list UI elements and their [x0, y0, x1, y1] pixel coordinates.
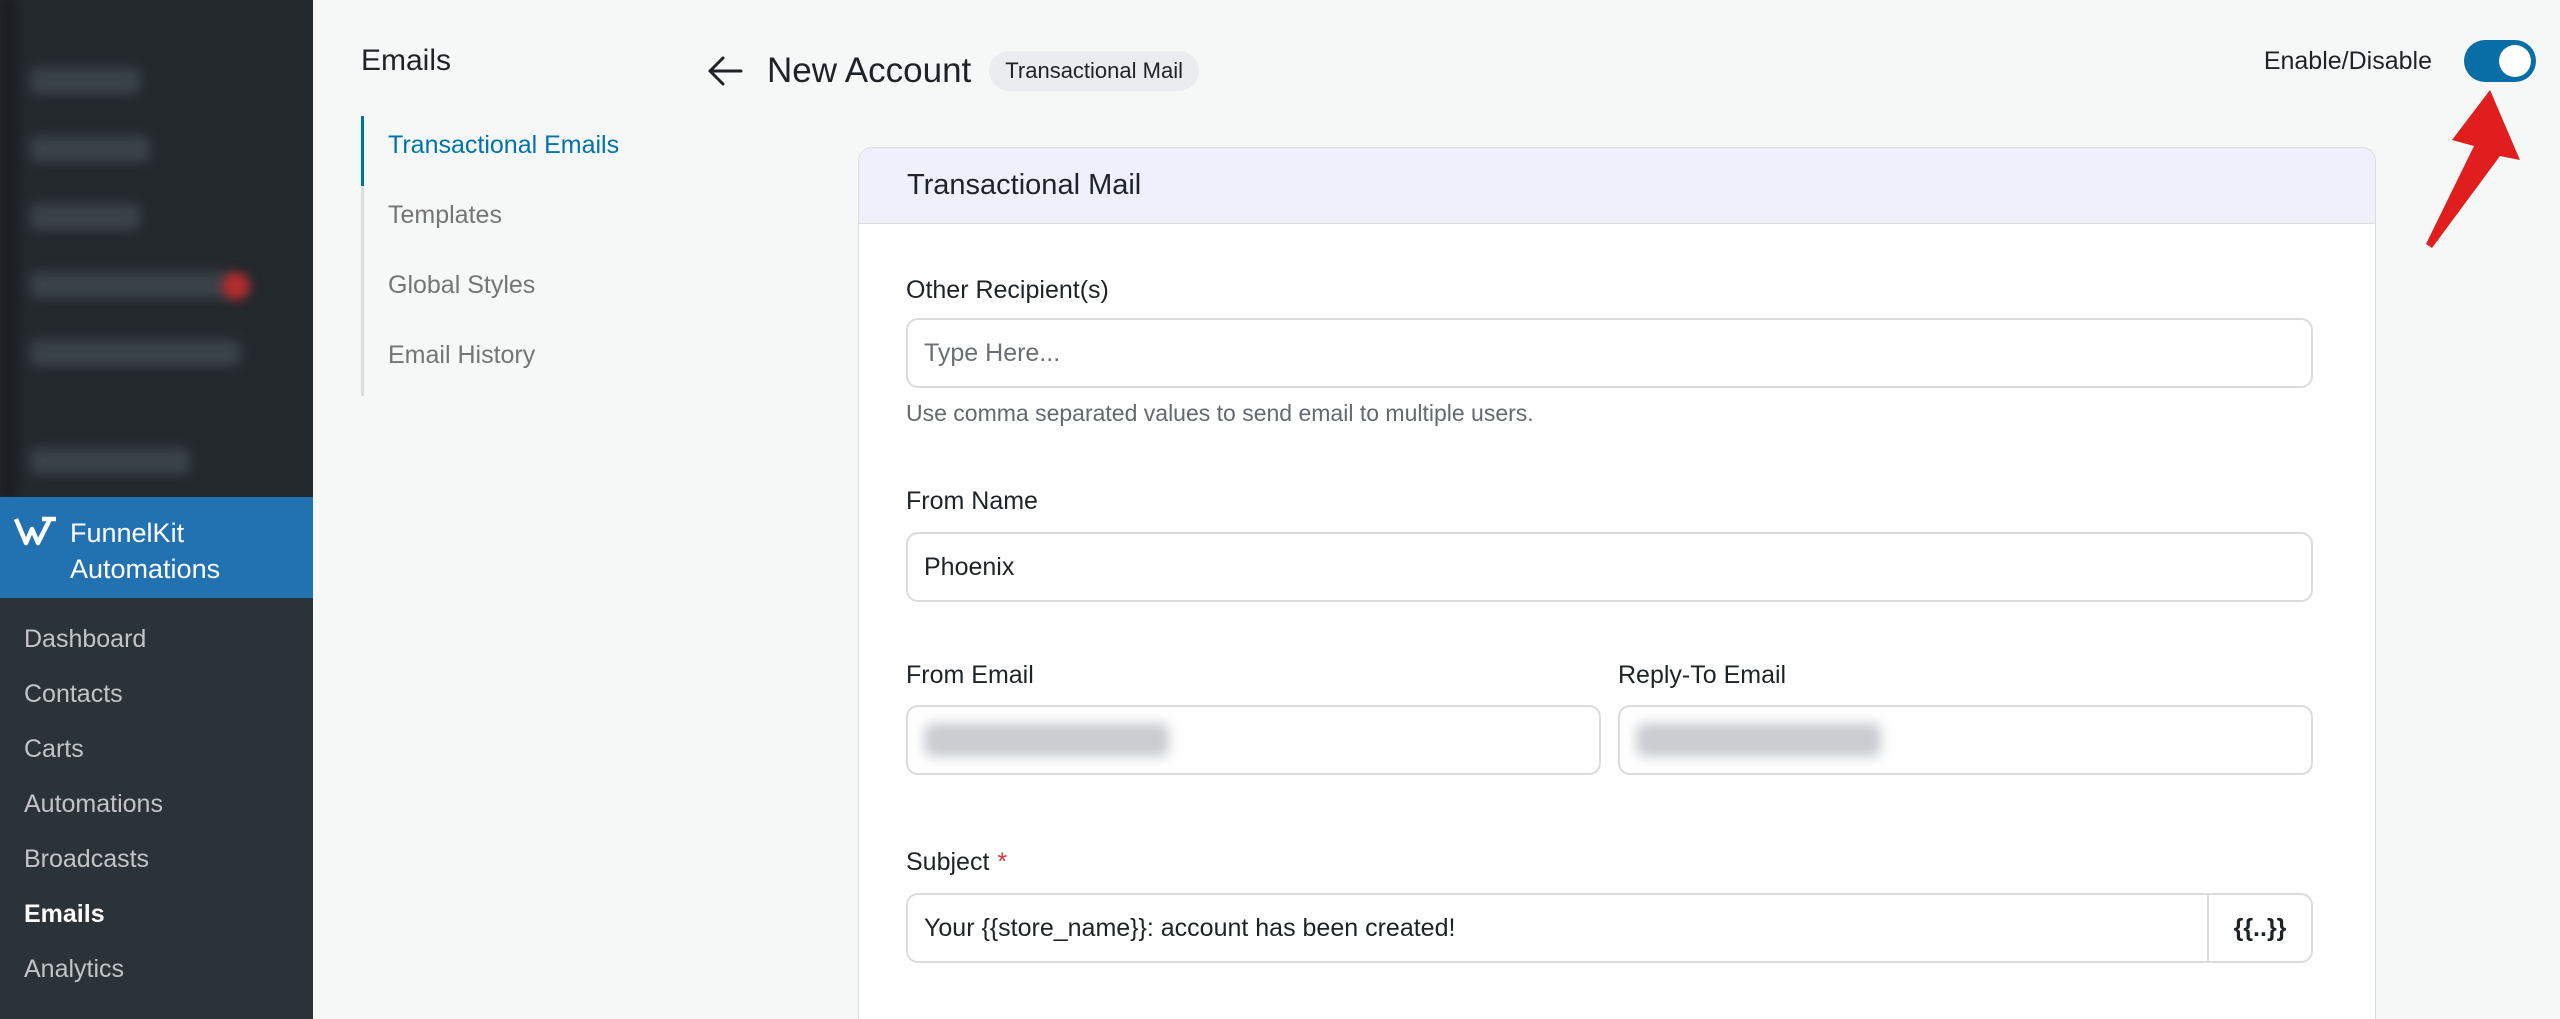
subnav-title: Emails: [361, 44, 452, 77]
required-marker: *: [997, 848, 1008, 876]
subject-label: Subject *: [906, 848, 1008, 876]
funnelkit-logo-icon: [14, 516, 56, 546]
toggle-knob: [2499, 45, 2531, 77]
other-recipients-input[interactable]: Type Here...: [906, 318, 2313, 388]
sidebar-item-broadcasts[interactable]: Broadcasts: [0, 832, 313, 887]
subnav-item-transactional-emails[interactable]: Transactional Emails: [361, 116, 661, 186]
enable-toggle[interactable]: [2464, 40, 2536, 82]
reply-to-email-input[interactable]: [1618, 705, 2313, 775]
sidebar-item-emails[interactable]: Emails: [0, 887, 313, 942]
merge-tags-button[interactable]: {{..}}: [2207, 893, 2313, 963]
subnav-list: Transactional Emails Templates Global St…: [361, 116, 661, 396]
enable-toggle-label: Enable/Disable: [2263, 46, 2432, 75]
transactional-mail-card: Transactional Mail Other Recipient(s) Ty…: [858, 147, 2376, 1019]
card-header: Transactional Mail: [859, 148, 2375, 224]
redacted-value: [924, 723, 1169, 757]
subject-input[interactable]: Your {{store_name}}: account has been cr…: [906, 893, 2209, 963]
other-recipients-label: Other Recipient(s): [906, 276, 1109, 304]
funnelkit-submenu: Dashboard Contacts Carts Automations Bro…: [0, 612, 313, 997]
enable-toggle-group: Enable/Disable: [2264, 40, 2536, 82]
sidebar-item-dashboard[interactable]: Dashboard: [0, 612, 313, 667]
blurred-menu-area: [0, 0, 313, 497]
card-title: Transactional Mail: [907, 169, 1142, 201]
subnav-item-global-styles[interactable]: Global Styles: [364, 256, 661, 326]
funnelkit-menu-item[interactable]: FunnelKit Automations: [0, 497, 313, 598]
from-email-input[interactable]: [906, 705, 1601, 775]
annotation-arrow-icon: [2426, 90, 2520, 248]
sidebar-item-carts[interactable]: Carts: [0, 722, 313, 777]
sidebar-item-automations[interactable]: Automations: [0, 777, 313, 832]
reply-to-email-label: Reply-To Email: [1618, 661, 1787, 689]
subnav-item-email-history[interactable]: Email History: [364, 326, 661, 396]
sidebar-item-analytics[interactable]: Analytics: [0, 942, 313, 997]
funnelkit-label: FunnelKit Automations: [70, 518, 221, 584]
redacted-value: [1636, 723, 1881, 757]
from-name-label: From Name: [906, 487, 1038, 515]
page-header: New Account Transactional Mail: [703, 44, 1199, 98]
other-recipients-help: Use comma separated values to send email…: [906, 400, 1534, 426]
sidebar-item-contacts[interactable]: Contacts: [0, 667, 313, 722]
main-content: Emails Transactional Emails Templates Gl…: [313, 0, 2560, 1019]
from-email-label: From Email: [906, 661, 1034, 689]
admin-sidebar: FunnelKit Automations Dashboard Contacts…: [0, 0, 313, 1019]
subnav-item-templates[interactable]: Templates: [364, 186, 661, 256]
from-name-input[interactable]: Phoenix: [906, 532, 2313, 602]
page-title: New Account: [767, 51, 972, 90]
arrow-left-icon[interactable]: [703, 49, 747, 93]
type-badge: Transactional Mail: [989, 51, 1199, 91]
